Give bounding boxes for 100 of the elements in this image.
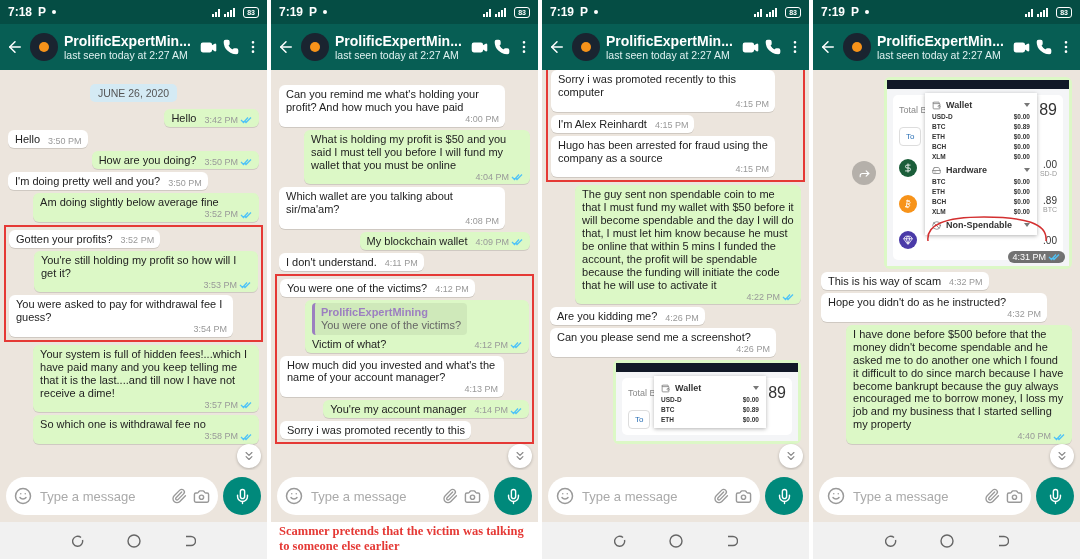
message-text: Which wallet are you talking about sir/ma'am? [286, 190, 454, 217]
contact-avatar[interactable] [843, 33, 871, 61]
message-text: You were asked to pay for withdrawal fee I guess? [16, 298, 224, 325]
contact-avatar[interactable] [301, 33, 329, 61]
contact-name[interactable]: ProlificExpertMin... [335, 33, 465, 49]
message-text: This is his way of scam [828, 275, 942, 289]
contact-avatar[interactable] [572, 33, 600, 61]
paperclip-icon[interactable] [442, 488, 458, 504]
paperclip-icon[interactable] [713, 488, 729, 504]
notification-icon: P [309, 5, 318, 19]
wallet-icon [661, 383, 670, 393]
mic-button[interactable] [1036, 477, 1074, 515]
message-time: 3:52 PM [120, 235, 155, 246]
message-text: Am doing slightly below average fine [40, 196, 219, 210]
message-time: 4:13 PM [464, 384, 499, 396]
back-icon[interactable] [819, 38, 837, 56]
contact-name[interactable]: ProlificExpertMin... [606, 33, 736, 49]
message-text: Sorry i was promoted recently to this [287, 424, 465, 437]
coin-symbol-icon [903, 235, 913, 246]
chevrons-down-icon [513, 449, 527, 463]
quote-author: ProlificExpertMining [320, 305, 429, 319]
caret-icon [753, 386, 759, 390]
contact-name[interactable]: ProlificExpertMin... [64, 33, 194, 49]
back-icon[interactable] [277, 38, 295, 56]
chevrons-down-icon [1055, 449, 1069, 463]
message-field[interactable]: Type a message [851, 487, 978, 505]
date-chip: JUNE 26, 2020 [89, 84, 178, 103]
mic-button[interactable] [765, 477, 803, 515]
contact-name[interactable]: ProlificExpertMin... [877, 33, 1007, 49]
paperclip-icon[interactable] [171, 488, 187, 504]
message-time: 4:14 PM [474, 405, 523, 417]
dot-icon [323, 10, 328, 14]
clock: 7:19 [550, 5, 575, 19]
recent-apps-icon[interactable] [884, 534, 897, 547]
back-nav-icon[interactable] [183, 534, 196, 547]
recent-apps-icon[interactable] [71, 534, 84, 547]
back-icon[interactable] [6, 38, 24, 56]
scroll-down-button[interactable] [779, 444, 803, 468]
phone-icon[interactable] [494, 39, 510, 55]
scroll-down-button[interactable] [1050, 444, 1074, 468]
signal-icon [482, 7, 509, 17]
phone-icon[interactable] [223, 39, 239, 55]
message-time: 4:26 PM [736, 344, 770, 355]
message-box[interactable]: Type a message [6, 477, 218, 515]
message-time: 4:11 PM [384, 258, 418, 269]
message-field[interactable]: Type a message [38, 487, 165, 505]
scroll-down-button[interactable] [237, 444, 261, 468]
emoji-icon[interactable] [14, 487, 32, 505]
phone-icon[interactable] [765, 39, 781, 55]
phone-icon[interactable] [1036, 39, 1052, 55]
coin-amount: .89 [1043, 195, 1057, 207]
back-icon[interactable] [548, 38, 566, 56]
message-box[interactable]: Type a message [819, 477, 1031, 515]
home-icon[interactable] [668, 533, 683, 548]
last-seen: last seen today at 2:27 AM [335, 49, 460, 61]
message-text: Sorry i was promoted recently to this computer [558, 73, 737, 99]
message-time: 4:15 PM [735, 98, 770, 110]
notification-icon: P [580, 5, 589, 19]
scroll-down-button[interactable] [508, 444, 532, 468]
camera-icon[interactable] [735, 487, 752, 505]
mic-button[interactable] [223, 477, 261, 515]
camera-icon[interactable] [193, 487, 210, 505]
message-text: Hello [171, 112, 197, 126]
notification-icon: P [38, 5, 47, 19]
message-text: The guy sent non spendable coin to me that I must fund my wallet with $50 before it will become spendable and the day I will do that, I must let him know because he must be online that within 5 mins I funded the account, the profit will be spendable because the funding will initiate the code that he will use to activate it [582, 188, 795, 292]
quote-text: You were one of the victims? [320, 318, 462, 332]
contact-avatar[interactable] [30, 33, 58, 61]
message-field[interactable]: Type a message [580, 487, 707, 505]
last-seen: last seen today at 2:27 AM [606, 49, 731, 61]
message-box[interactable]: Type a message [277, 477, 489, 515]
back-nav-icon[interactable] [725, 534, 738, 547]
total-value: 89 [1039, 101, 1057, 120]
camera-icon[interactable] [1006, 487, 1023, 505]
paperclip-icon[interactable] [984, 488, 1000, 504]
transfer-button: To [628, 410, 651, 429]
clock: 7:18 [8, 5, 33, 19]
emoji-icon[interactable] [556, 487, 574, 505]
message-time: 4:09 PM [475, 237, 524, 248]
message-time: 3:52 PM [204, 209, 253, 220]
message-box[interactable]: Type a message [548, 477, 760, 515]
message-time: 3:53 PM [203, 279, 252, 291]
message-text: I'm Alex Reinhardt [558, 117, 647, 131]
mic-button[interactable] [494, 477, 532, 515]
home-icon[interactable] [126, 533, 141, 548]
home-icon[interactable] [939, 533, 954, 548]
camera-icon[interactable] [464, 487, 481, 505]
emoji-icon[interactable] [285, 487, 303, 505]
clock: 7:19 [279, 5, 304, 19]
recent-apps-icon[interactable] [613, 534, 626, 547]
message-text: You're still holding my profit so how will I get it? [40, 253, 238, 280]
chevrons-down-icon [784, 449, 798, 463]
message-time: 4:12 PM [474, 339, 523, 351]
coin-symbol-icon [903, 199, 913, 210]
message-field[interactable]: Type a message [309, 487, 436, 505]
back-nav-icon[interactable] [996, 534, 1009, 547]
message-time: 3:50 PM [48, 135, 82, 147]
section-title: Wallet [946, 100, 974, 111]
caret-icon [1024, 223, 1030, 228]
message-text: I'm doing pretty well and you? [15, 175, 161, 189]
emoji-icon[interactable] [827, 487, 845, 505]
